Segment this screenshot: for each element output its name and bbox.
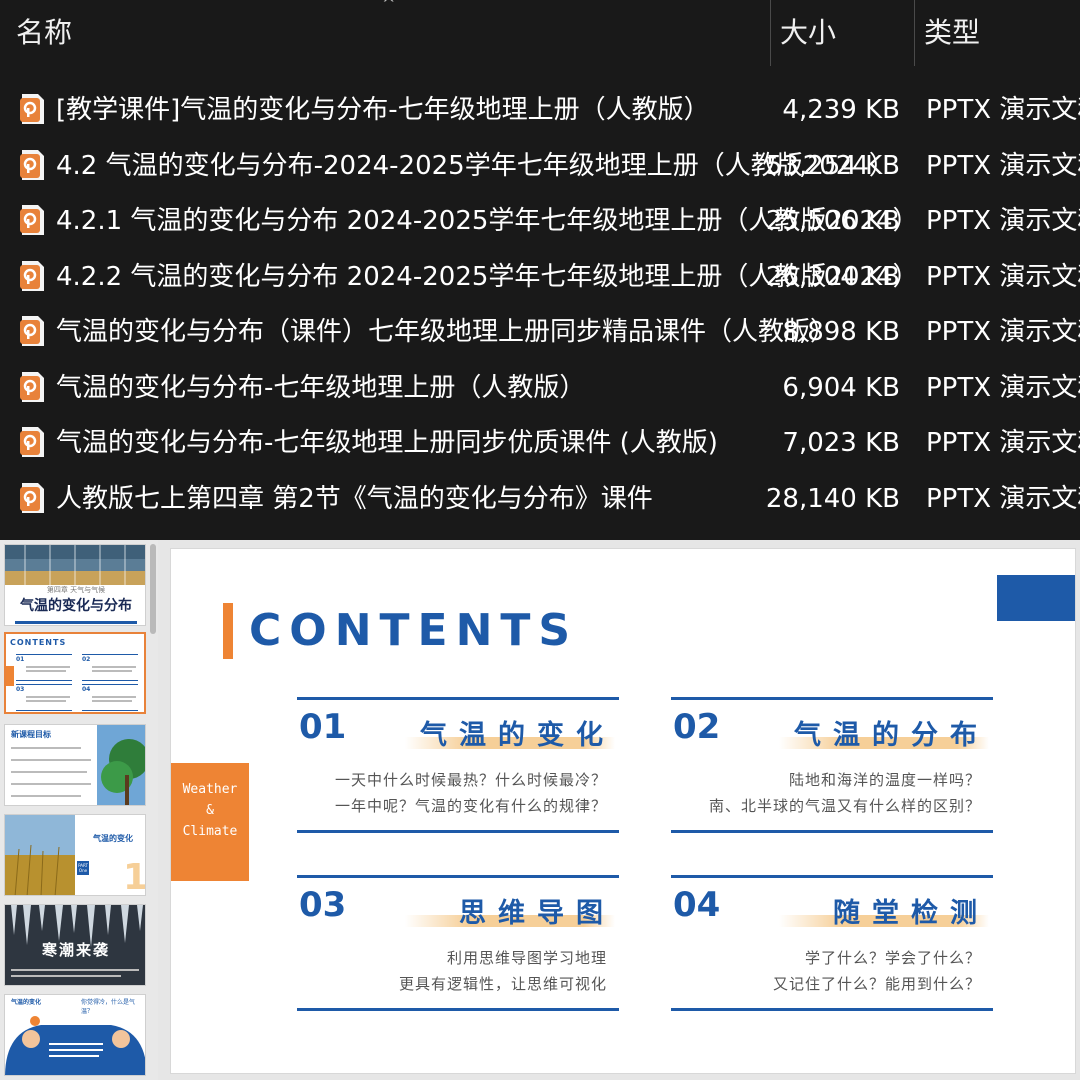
pptx-file-icon — [20, 94, 44, 124]
pptx-file-icon — [20, 427, 44, 457]
file-row[interactable]: [教学课件]气温的变化与分布-七年级地理上册（人教版） 4,239 KB PPTX … — [0, 84, 1080, 136]
file-type: PPTX 演示文稿 — [926, 317, 1080, 347]
contents-section-03: 03 思维导图 利用思维导图学习地理 更具有逻辑性，让思维可视化 — [297, 875, 619, 1011]
pptx-file-icon — [20, 205, 44, 235]
file-size: 8,898 KB — [782, 317, 900, 347]
section-top-rule — [671, 697, 993, 700]
column-separator[interactable] — [914, 0, 915, 66]
file-row[interactable]: 气温的变化与分布-七年级地理上册同步优质课件 (人教版) 7,023 KB PPTX… — [0, 417, 1080, 469]
pptx-file-icon — [20, 260, 44, 291]
side-label-line: & — [206, 803, 214, 818]
file-row[interactable]: 4.2.1 气温的变化与分布 2024-2025学年七年级地理上册（人教版202… — [0, 195, 1080, 247]
slide-thumbnail-3[interactable]: 新课程目标 — [4, 724, 146, 806]
thumbnail-scrollbar[interactable] — [150, 544, 156, 634]
file-type: PPTX 演示文稿 — [926, 150, 1080, 181]
section-top-rule — [297, 875, 619, 878]
slide-thumbnail-5[interactable]: 寒潮来袭 — [4, 904, 146, 986]
section-number: 03 — [299, 885, 347, 925]
thumb-title: 新课程目标 — [11, 730, 51, 739]
section-description: 一年中呢？气温的变化有什么的规律？ — [334, 797, 607, 815]
column-separator[interactable] — [770, 0, 771, 66]
column-header-size[interactable]: 大小 — [780, 0, 836, 66]
file-size: 7,023 KB — [782, 428, 900, 458]
file-name[interactable]: [教学课件]气温的变化与分布-七年级地理上册（人教版） — [56, 84, 710, 136]
file-type: PPTX 演示文稿 — [926, 261, 1080, 292]
section-top-rule — [671, 875, 993, 878]
file-size: 28,140 KB — [765, 483, 900, 514]
section-description: 陆地和海洋的温度一样吗？ — [788, 771, 981, 789]
section-top-rule — [297, 697, 619, 700]
section-title: 思维导图 — [459, 898, 615, 929]
section-description: 南、北半球的气温又有什么样的区别？ — [708, 797, 981, 815]
section-description: 更具有逻辑性，让思维可视化 — [398, 975, 607, 993]
column-header-name[interactable]: 名称 — [16, 0, 72, 66]
side-label-line: Weather — [182, 782, 238, 797]
thumb-pretitle: 第四章 天气与气候 — [46, 586, 106, 594]
file-name[interactable]: 气温的变化与分布-七年级地理上册（人教版） — [56, 362, 585, 414]
section-number: 01 — [299, 707, 347, 747]
file-row[interactable]: 4.2 气温的变化与分布-2024-2025学年七年级地理上册（人教版2024）… — [0, 140, 1080, 192]
thumb-part-number: 1 — [123, 857, 146, 896]
section-description: 学了什么？学会了什么？ — [804, 949, 981, 967]
contents-section-01: 01 气温的变化 一天中什么时候最热？什么时候最冷？ 一年中呢？气温的变化有什么… — [297, 697, 619, 833]
file-explorer-list: ^ 名称 大小 类型 [教学课件]气温的变化与分布-七年级地理上册（人教版） 4,… — [0, 0, 1080, 540]
file-type: PPTX 演示文稿 — [926, 428, 1080, 458]
file-row[interactable]: 人教版七上第四章 第2节《气温的变化与分布》课件 28,140 KB PPTX 演示… — [0, 473, 1080, 525]
contents-section-02: 02 气温的分布 陆地和海洋的温度一样吗？ 南、北半球的气温又有什么样的区别？ — [671, 697, 993, 833]
section-description: 利用思维导图学习地理 — [446, 949, 607, 967]
file-type: PPTX 演示文稿 — [926, 95, 1080, 125]
file-row[interactable]: 4.2.2 气温的变化与分布 2024-2025学年七年级地理上册（人教版202… — [0, 251, 1080, 303]
thumb-bubble: 你觉得冷，什么是气温？ — [81, 999, 136, 1015]
slide-thumbnail-2[interactable]: CONTENTS 01 02 03 04 — [4, 632, 146, 714]
thumb-title: 寒潮来袭 — [41, 941, 110, 959]
slide-thumbnail-6[interactable]: 气温的变化 你觉得冷，什么是气温？ — [4, 994, 146, 1076]
slide-thumbnail-1[interactable]: 第四章 天气与气候 气温的变化与分布 — [4, 544, 146, 626]
file-size: 25,506 KB — [765, 206, 900, 236]
title-accent-bar — [223, 603, 233, 659]
section-number: 04 — [673, 885, 721, 925]
pptx-file-icon — [20, 371, 44, 402]
file-name[interactable]: 气温的变化与分布-七年级地理上册同步优质课件 (人教版) — [56, 417, 718, 469]
slide-thumbnail-4[interactable]: 气温的变化 PART One 1 — [4, 814, 146, 896]
section-bottom-rule — [297, 830, 619, 833]
section-description: 又记住了什么？能用到什么？ — [772, 975, 981, 993]
file-size: 4,239 KB — [782, 95, 900, 125]
slide-title: CONTENTS — [249, 605, 579, 656]
section-description: 一天中什么时候最热？什么时候最冷？ — [334, 771, 607, 789]
slide-canvas[interactable]: CONTENTS Weather & Climate 01 气温的变化 一天中什… — [170, 548, 1076, 1074]
file-name[interactable]: 气温的变化与分布（课件）七年级地理上册同步精品课件（人教版） — [56, 306, 836, 358]
file-type: PPTX 演示文稿 — [926, 372, 1080, 403]
file-row[interactable]: 气温的变化与分布-七年级地理上册（人教版） 6,904 KB PPTX 演示文稿 — [0, 362, 1080, 414]
side-label-box: Weather & Climate — [171, 763, 249, 881]
section-bottom-rule — [671, 1008, 993, 1011]
file-size: 6,904 KB — [782, 372, 900, 403]
section-bottom-rule — [297, 1008, 619, 1011]
pptx-file-icon — [20, 482, 44, 513]
sort-indicator-icon[interactable]: ^ — [382, 0, 395, 13]
file-size: 53,254 KB — [765, 150, 900, 181]
section-title: 随堂检测 — [833, 898, 989, 929]
pptx-file-icon — [20, 316, 44, 346]
section-title: 气温的分布 — [794, 720, 989, 751]
presentation-editor: 第四章 天气与气候 气温的变化与分布 CONTENTS 01 02 03 04 — [0, 540, 1080, 1080]
slide-thumbnail-panel: 第四章 天气与气候 气温的变化与分布 CONTENTS 01 02 03 04 — [0, 540, 158, 1080]
thumb-title: 气温的变化 — [93, 834, 133, 843]
thumb-title: 气温的变化与分布 — [20, 598, 132, 614]
corner-block — [997, 575, 1075, 621]
column-header-type[interactable]: 类型 — [924, 0, 980, 66]
pptx-file-icon — [20, 149, 44, 180]
thumb-title: 气温的变化 — [11, 999, 42, 1006]
section-title: 气温的变化 — [420, 720, 615, 751]
thumb-part: PART One — [78, 863, 88, 873]
file-row[interactable]: 气温的变化与分布（课件）七年级地理上册同步精品课件（人教版） 8,898 KB PP… — [0, 306, 1080, 358]
section-number: 02 — [673, 707, 721, 747]
file-size: 26,304 KB — [765, 261, 900, 292]
side-label-line: Climate — [182, 824, 238, 839]
file-type: PPTX 演示文稿 — [926, 206, 1080, 236]
section-bottom-rule — [671, 830, 993, 833]
thumb-lines — [16, 654, 138, 711]
contents-section-04: 04 随堂检测 学了什么？学会了什么？ 又记住了什么？能用到什么？ — [671, 875, 993, 1011]
file-type: PPTX 演示文稿 — [926, 483, 1080, 514]
file-name[interactable]: 人教版七上第四章 第2节《气温的变化与分布》课件 — [56, 473, 653, 525]
